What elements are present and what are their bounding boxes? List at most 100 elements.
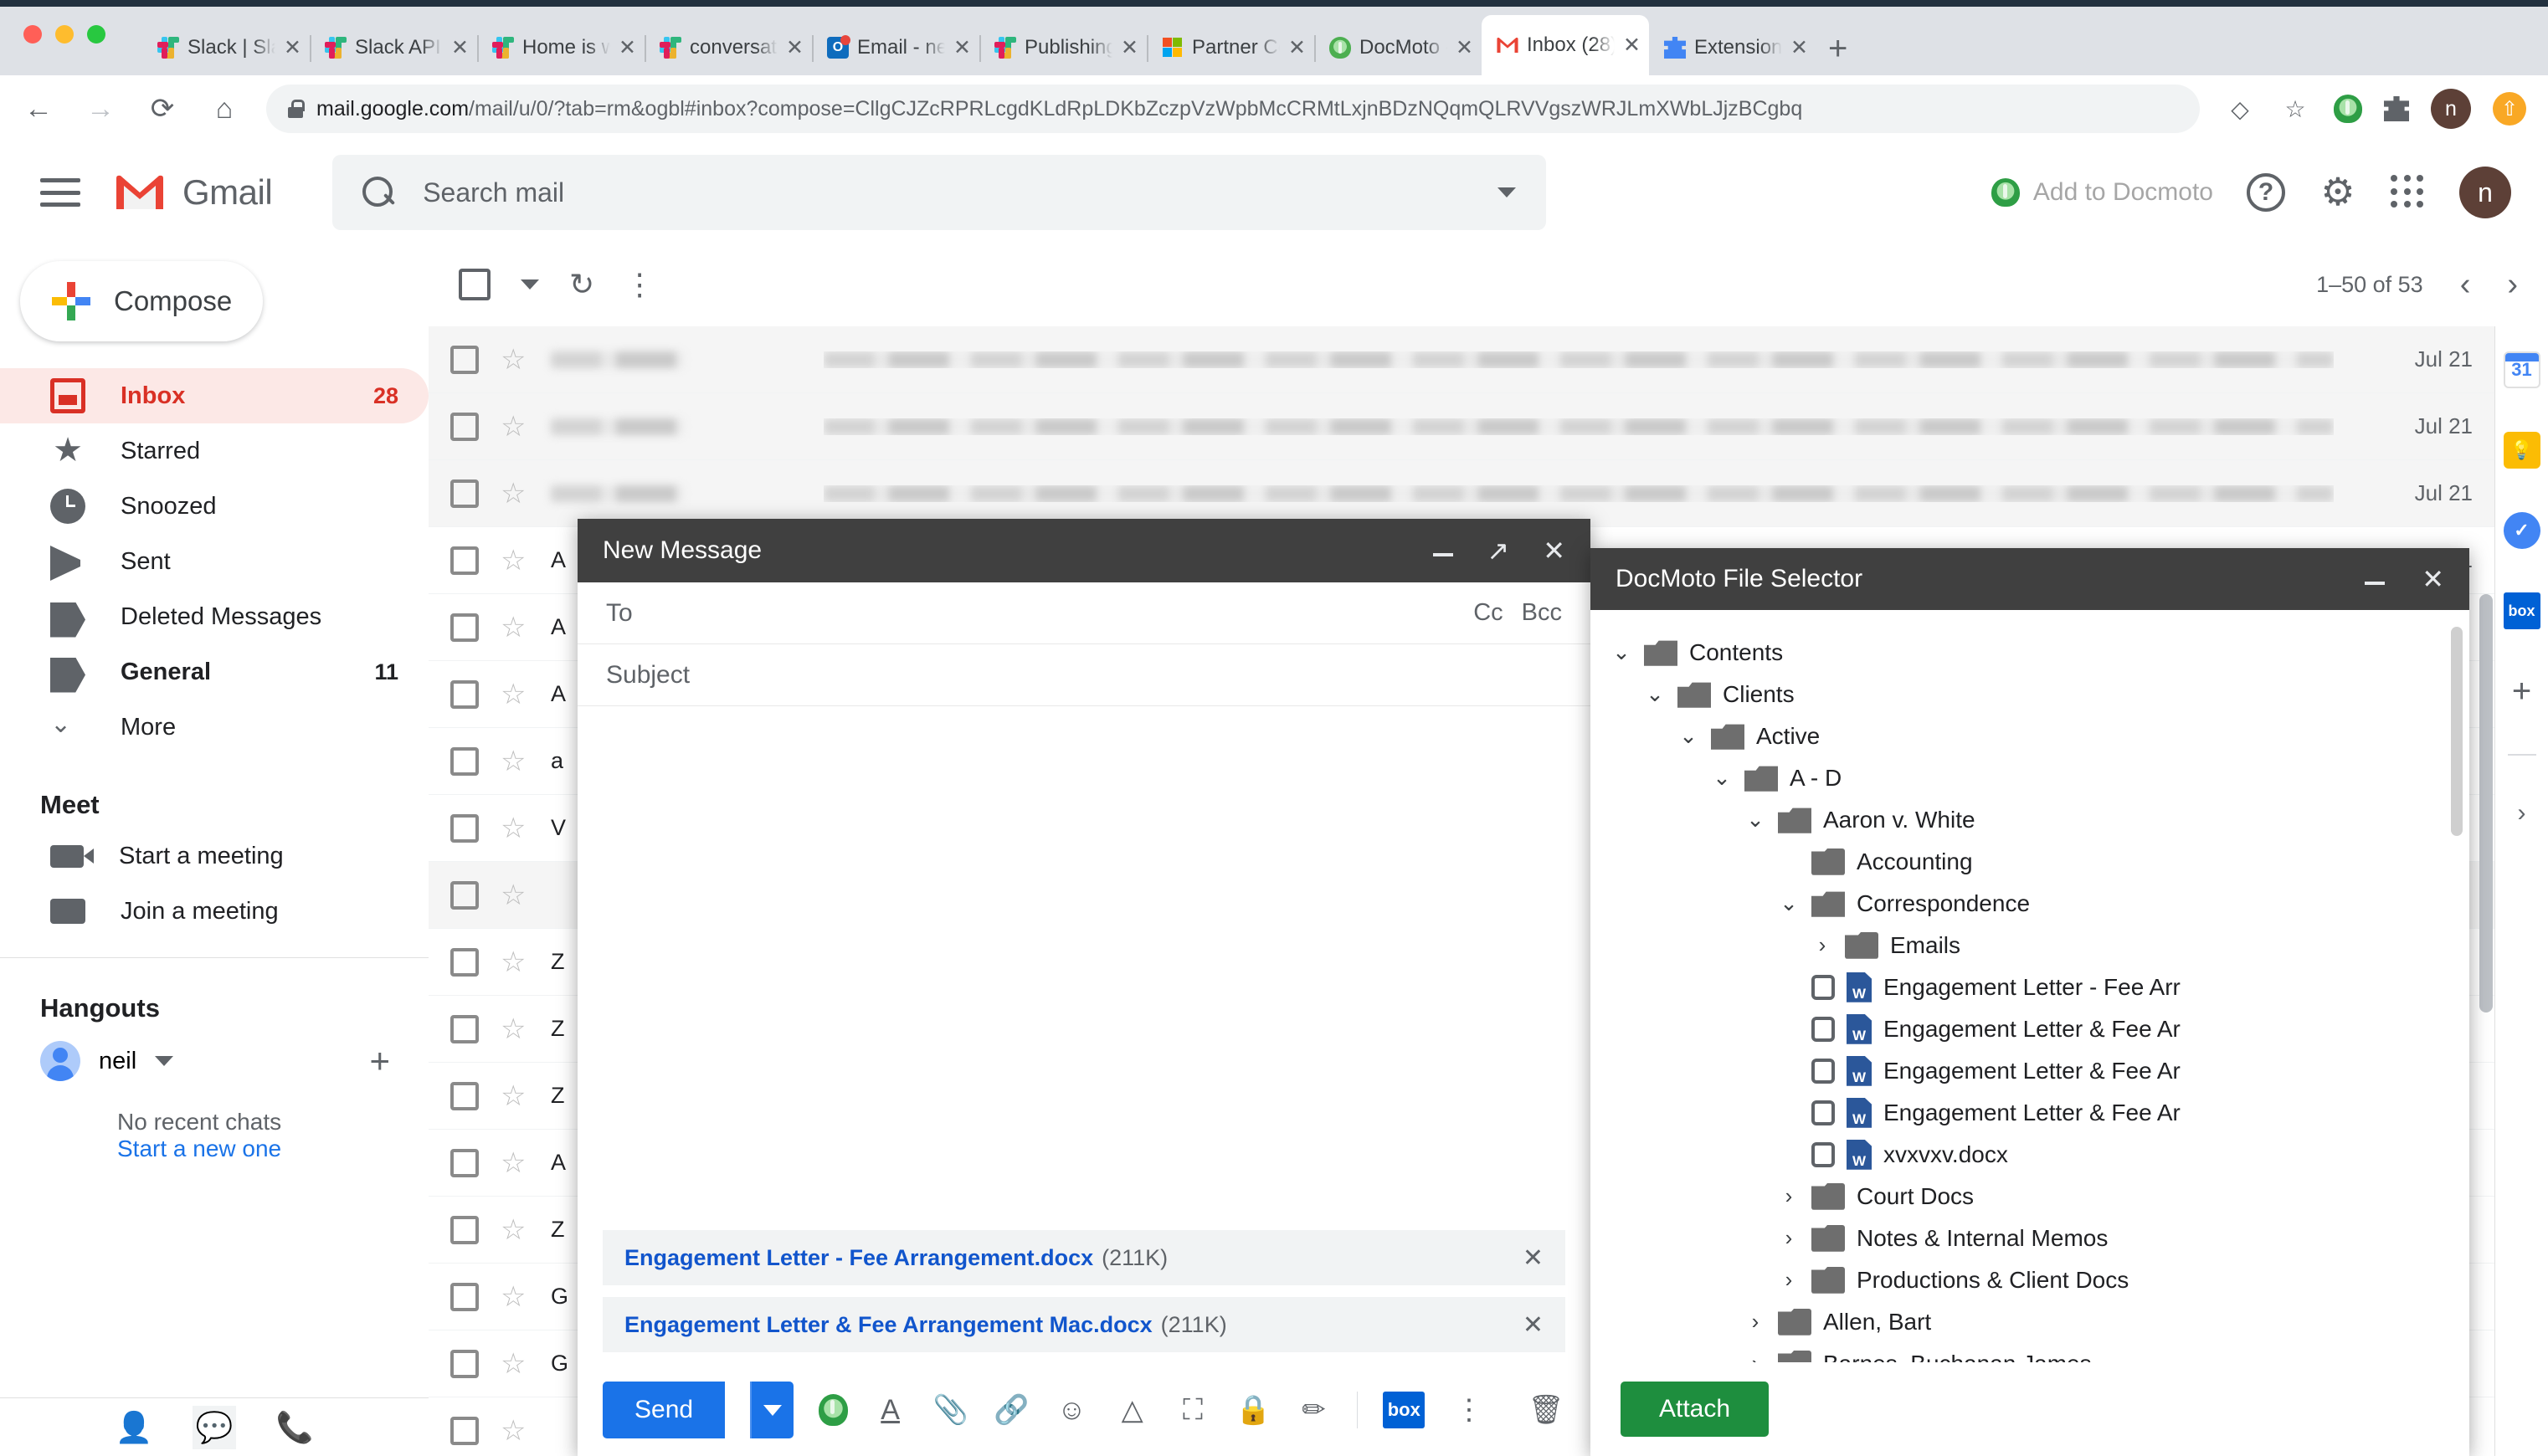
row-checkbox[interactable] <box>450 813 479 843</box>
gear-icon[interactable]: ⚙ <box>2319 172 2357 212</box>
sidebar-item-inbox[interactable]: Inbox 28 <box>0 368 429 423</box>
list-scrollbar[interactable] <box>2479 594 2493 1013</box>
close-icon[interactable]: ✕ <box>284 37 301 59</box>
table-row[interactable]: ☆ Jul 21 <box>429 326 2494 393</box>
docmoto-extension-icon[interactable] <box>2334 95 2362 123</box>
row-checkbox[interactable] <box>450 1349 479 1378</box>
expand-icon[interactable]: ↗ <box>1487 535 1509 567</box>
browser-tab-8[interactable]: Inbox (28) - ✕ <box>1482 15 1649 75</box>
chevron-down-icon[interactable] <box>521 279 539 290</box>
tree-folder-node[interactable]: › Barnes. Buchanan James <box>1590 1343 2469 1362</box>
browser-tab-2[interactable]: Home is whe ✕ <box>477 20 645 75</box>
confidential-mode-icon[interactable]: 🔒 <box>1235 1391 1271 1429</box>
bcc-button[interactable]: Bcc <box>1522 599 1562 627</box>
keep-icon[interactable]: 💡 <box>2503 432 2540 469</box>
tree-scrollbar[interactable] <box>2451 626 2463 836</box>
message-body[interactable] <box>578 706 1590 1230</box>
star-icon[interactable]: ☆ <box>501 611 529 644</box>
chevron-down-icon[interactable]: ⌄ <box>1744 807 1766 833</box>
insert-link-icon[interactable]: 🔗 <box>994 1391 1029 1429</box>
send-button[interactable]: Send <box>603 1382 726 1438</box>
browser-tab-9[interactable]: Extensions - ✕ <box>1649 20 1816 75</box>
star-icon[interactable]: ☆ <box>501 946 529 979</box>
docmoto-icon[interactable] <box>818 1394 848 1426</box>
close-icon[interactable]: ✕ <box>953 37 971 59</box>
browser-tab-5[interactable]: Publishing an ✕ <box>979 20 1147 75</box>
close-icon[interactable]: ✕ <box>1623 34 1641 56</box>
sidebar-item-start-meeting[interactable]: Start a meeting <box>0 828 429 884</box>
send-options-button[interactable] <box>750 1382 794 1438</box>
row-checkbox[interactable] <box>450 1081 479 1110</box>
row-checkbox[interactable] <box>450 412 479 441</box>
row-checkbox[interactable] <box>450 479 479 508</box>
to-input[interactable]: To <box>606 599 633 628</box>
attachment-chip[interactable]: Engagement Letter & Fee Arrangement Mac.… <box>603 1297 1565 1352</box>
chevron-right-icon[interactable]: › <box>1744 1351 1766 1361</box>
sidebar-nav-list[interactable]: Inbox 28 ★ Starred Snoozed Sent Deleted Messag… <box>0 368 429 755</box>
chevron-down-icon[interactable]: ⌄ <box>1677 723 1699 749</box>
reload-button[interactable]: ⟳ <box>139 85 186 132</box>
insert-emoji-icon[interactable]: ☺ <box>1054 1391 1089 1429</box>
search-input[interactable]: Search mail <box>423 177 1469 208</box>
refresh-icon[interactable]: ↻ <box>569 267 594 302</box>
attachment-chip[interactable]: Engagement Letter - Fee Arrangement.docx… <box>603 1230 1565 1285</box>
browser-tab-4[interactable]: O Email - neil c ✕ <box>812 20 979 75</box>
tree-folder-node[interactable]: ⌄ Aaron v. White <box>1590 799 2469 841</box>
close-icon[interactable]: ✕ <box>1121 37 1138 59</box>
close-icon[interactable]: ✕ <box>1790 37 1808 59</box>
star-icon[interactable]: ☆ <box>501 1280 529 1314</box>
chevron-down-icon[interactable] <box>155 1056 174 1066</box>
back-button[interactable]: ← <box>15 85 62 132</box>
star-icon[interactable]: ☆ <box>501 1347 529 1381</box>
close-icon[interactable]: ✕ <box>2422 563 2444 595</box>
close-icon[interactable]: ✕ <box>451 37 469 59</box>
contacts-icon[interactable]: 👤 <box>112 1406 156 1449</box>
close-icon[interactable]: ✕ <box>619 37 636 59</box>
file-checkbox[interactable] <box>1811 974 1835 1000</box>
star-icon[interactable]: ☆ <box>501 812 529 845</box>
row-checkbox[interactable] <box>450 613 479 642</box>
minimize-window-button[interactable] <box>55 25 74 44</box>
chevron-down-icon[interactable]: ⌄ <box>1778 890 1800 916</box>
cc-button[interactable]: Cc <box>1473 599 1503 627</box>
tree-file-node[interactable]: W Engagement Letter & Fee Ar <box>1590 1050 2469 1092</box>
format-text-icon[interactable]: A <box>873 1391 908 1429</box>
sidebar-item-snoozed[interactable]: Snoozed <box>0 479 429 534</box>
row-checkbox[interactable] <box>450 1215 479 1244</box>
close-icon[interactable]: ✕ <box>1288 37 1306 59</box>
start-new-chat-link[interactable]: Start a new one <box>117 1136 429 1162</box>
update-icon[interactable]: ⇧ <box>2493 92 2526 126</box>
search-mail-box[interactable]: Search mail <box>332 155 1547 230</box>
account-avatar[interactable]: n <box>2459 167 2511 218</box>
tree-folder-node[interactable]: › Productions & Client Docs <box>1590 1259 2469 1301</box>
sidebar-item-join-meeting[interactable]: Join a meeting <box>0 884 429 939</box>
table-row[interactable]: ☆ Jul 21 <box>429 460 2494 527</box>
chevron-right-icon[interactable]: › <box>1744 1309 1766 1335</box>
tree-folder-node[interactable]: › Emails <box>1590 925 2469 966</box>
insert-signature-icon[interactable]: ✏ <box>1296 1391 1331 1429</box>
add-icon[interactable]: + <box>2512 673 2531 710</box>
row-checkbox[interactable] <box>450 1282 479 1311</box>
row-checkbox[interactable] <box>450 746 479 776</box>
row-checkbox[interactable] <box>450 947 479 977</box>
file-checkbox[interactable] <box>1811 1058 1835 1084</box>
chevron-down-icon[interactable] <box>1497 187 1517 197</box>
close-icon[interactable]: ✕ <box>1543 535 1565 567</box>
star-icon[interactable]: ☆ <box>501 1213 529 1247</box>
sidebar-item-more[interactable]: ⌄ More <box>0 700 429 755</box>
row-checkbox[interactable] <box>450 880 479 910</box>
tree-file-node[interactable]: W Engagement Letter & Fee Ar <box>1590 1008 2469 1050</box>
insert-photo-icon[interactable]: ⛶ <box>1175 1391 1210 1429</box>
attachment-name[interactable]: Engagement Letter - Fee Arrangement.docx <box>624 1245 1093 1271</box>
profile-avatar[interactable]: n <box>2431 89 2471 129</box>
attachment-name[interactable]: Engagement Letter & Fee Arrangement Mac.… <box>624 1312 1153 1338</box>
docmoto-title-bar[interactable]: DocMoto File Selector ✕ <box>1590 548 2469 610</box>
chevron-right-icon[interactable]: › <box>1778 1183 1800 1209</box>
tab-strip[interactable]: Slack | Slack✕Slack API: A✕Home is whe✕c… <box>142 12 1847 75</box>
attach-button[interactable]: Attach <box>1621 1381 1770 1437</box>
star-icon[interactable]: ☆ <box>501 544 529 577</box>
star-icon[interactable]: ☆ <box>501 1414 529 1448</box>
compose-title-bar[interactable]: New Message ↗ ✕ <box>578 519 1590 582</box>
chevron-right-icon[interactable]: › <box>1811 932 1833 958</box>
chevron-right-icon[interactable]: › <box>1778 1267 1800 1293</box>
